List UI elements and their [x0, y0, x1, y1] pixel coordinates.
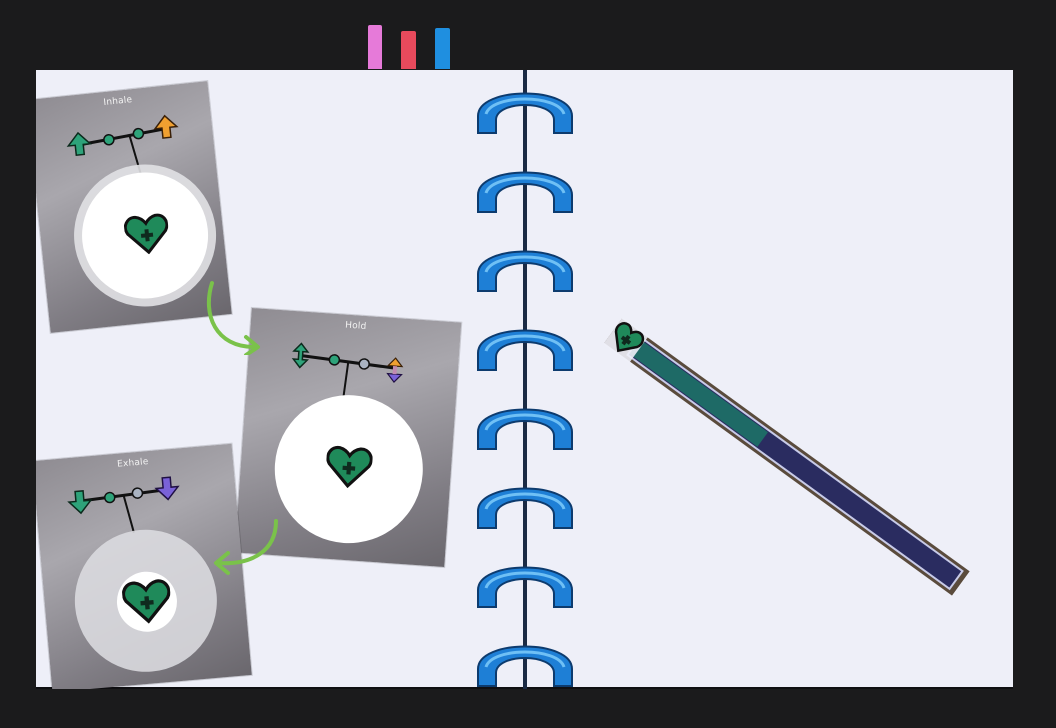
heart-icon: [121, 579, 171, 624]
tab-red[interactable]: [401, 31, 416, 69]
track-node: [103, 133, 115, 146]
tab-pink[interactable]: [368, 25, 382, 69]
track-node: [328, 354, 341, 366]
down-arrow-icon: [154, 476, 180, 501]
spiral-binding: [477, 70, 573, 689]
progress-fill: [629, 339, 768, 447]
divider-tabs: [0, 0, 1056, 72]
down-arrow-icon: [67, 490, 93, 515]
heart-icon: [123, 213, 169, 255]
connector-arrow-hold-to-exhale: [214, 519, 278, 575]
connector-arrow-inhale-to-hold: [206, 281, 260, 355]
breath-progress-bar: [603, 317, 971, 597]
up-arrow-icon: [66, 131, 92, 157]
notebook-page: Inhale Hold Exhale: [36, 70, 1013, 689]
track-node: [132, 127, 145, 140]
progress-bar-graphic: [603, 317, 970, 596]
heart-icon: [326, 445, 373, 489]
up-down-arrow-icon: [386, 357, 404, 383]
track-node: [358, 358, 370, 370]
track-node: [131, 487, 144, 499]
tab-blue[interactable]: [435, 28, 450, 69]
track-node: [103, 491, 116, 504]
up-arrow-icon: [153, 114, 179, 139]
